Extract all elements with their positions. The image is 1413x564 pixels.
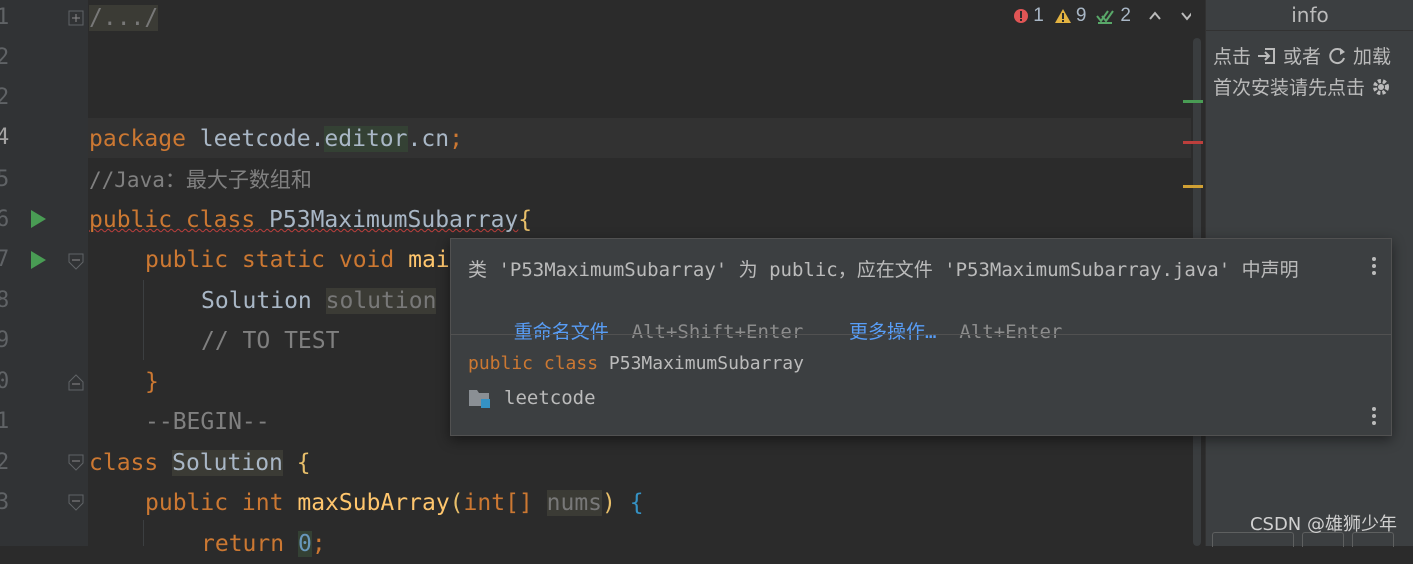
inspection-popup: 类 'P53MaximumSubarray' 为 public，应在文件 'P5… xyxy=(450,238,1392,436)
fold-end-icon[interactable] xyxy=(68,373,84,391)
code-line[interactable]: // TO TEST xyxy=(201,321,339,361)
fold-expand-icon[interactable] xyxy=(68,10,84,28)
panel-hint-row: 点击 或者 加载 xyxy=(1213,46,1392,68)
code-line[interactable]: public class P53MaximumSubarray{ xyxy=(89,200,532,240)
code-line[interactable]: --BEGIN-- xyxy=(145,402,270,442)
more-actions-link[interactable]: 更多操作… xyxy=(849,321,936,343)
error-count[interactable]: 1 xyxy=(1013,5,1044,27)
gear-icon[interactable] xyxy=(1371,77,1391,97)
fold-collapse-icon[interactable] xyxy=(68,454,84,472)
check-count[interactable]: 2 xyxy=(1096,5,1131,27)
login-icon[interactable] xyxy=(1257,47,1277,65)
line-number: 7 xyxy=(0,247,10,272)
popup-message: 类 'P53MaximumSubarray' 为 public，应在文件 'P5… xyxy=(468,259,1299,281)
code-line[interactable]: public static void mai xyxy=(145,240,450,280)
error-icon xyxy=(1014,9,1029,23)
scroll-marker-warning[interactable] xyxy=(1183,185,1203,188)
line-number: 0 xyxy=(0,369,10,394)
chevron-up-icon[interactable] xyxy=(1147,9,1163,23)
code-line[interactable]: return 0; xyxy=(201,524,326,564)
package-row[interactable]: leetcode xyxy=(468,387,596,409)
rename-file-action[interactable]: 重命名文件 xyxy=(514,321,609,343)
package-folder-icon xyxy=(469,390,490,408)
line-number: 2 xyxy=(0,450,10,475)
code-line[interactable]: } xyxy=(145,362,159,402)
watermark: CSDN @雄狮少年 xyxy=(1249,514,1397,535)
more-options-icon[interactable] xyxy=(1371,407,1377,429)
run-icon[interactable] xyxy=(29,209,47,229)
fold-collapse-icon[interactable] xyxy=(68,494,84,512)
line-number: 2 xyxy=(0,45,10,70)
code-line[interactable]: package leetcode.editor.cn; xyxy=(89,119,463,159)
more-actions-shortcut: Alt+Enter xyxy=(959,321,1063,343)
inspection-status[interactable]: 1 9 2 xyxy=(1013,4,1195,28)
popup-divider xyxy=(451,334,1391,335)
rename-shortcut: Alt+Shift+Enter xyxy=(631,321,804,343)
line-number: 1 xyxy=(0,5,10,30)
panel-title: info xyxy=(1206,0,1413,31)
declaration-preview: public class P53MaximumSubarray xyxy=(468,353,804,374)
code-line[interactable]: class Solution { xyxy=(89,443,311,483)
more-options-icon[interactable] xyxy=(1371,257,1377,279)
line-number: 6 xyxy=(0,207,10,232)
code-line[interactable]: Solution solution xyxy=(201,281,437,321)
line-number: 1 xyxy=(0,409,10,434)
code-line[interactable]: public int maxSubArray(int[] nums) { xyxy=(145,483,644,523)
panel-hint-row: 首次安装请先点击 xyxy=(1213,73,1391,100)
line-number: 8 xyxy=(0,288,10,313)
warning-count[interactable]: 9 xyxy=(1054,5,1086,27)
indent-guide xyxy=(143,520,144,546)
line-number: 5 xyxy=(0,167,10,192)
line-number: 4 xyxy=(0,125,10,150)
double-check-icon xyxy=(1096,10,1115,24)
fold-collapse-icon[interactable] xyxy=(68,253,84,271)
code-line[interactable]: //Java：最大子数组和 xyxy=(89,160,312,200)
scroll-marker-success[interactable] xyxy=(1183,100,1203,103)
indent-guide xyxy=(143,280,144,360)
line-number: 2 xyxy=(0,85,10,110)
code-line[interactable]: /.../ xyxy=(89,0,159,38)
scroll-marker-error[interactable] xyxy=(1183,141,1203,144)
line-number: 3 xyxy=(0,490,10,515)
folded-imports[interactable]: /.../ xyxy=(89,5,159,31)
line-number: 9 xyxy=(0,328,10,353)
warning-icon xyxy=(1054,9,1071,23)
refresh-icon[interactable] xyxy=(1327,46,1347,66)
run-icon[interactable] xyxy=(29,250,47,270)
